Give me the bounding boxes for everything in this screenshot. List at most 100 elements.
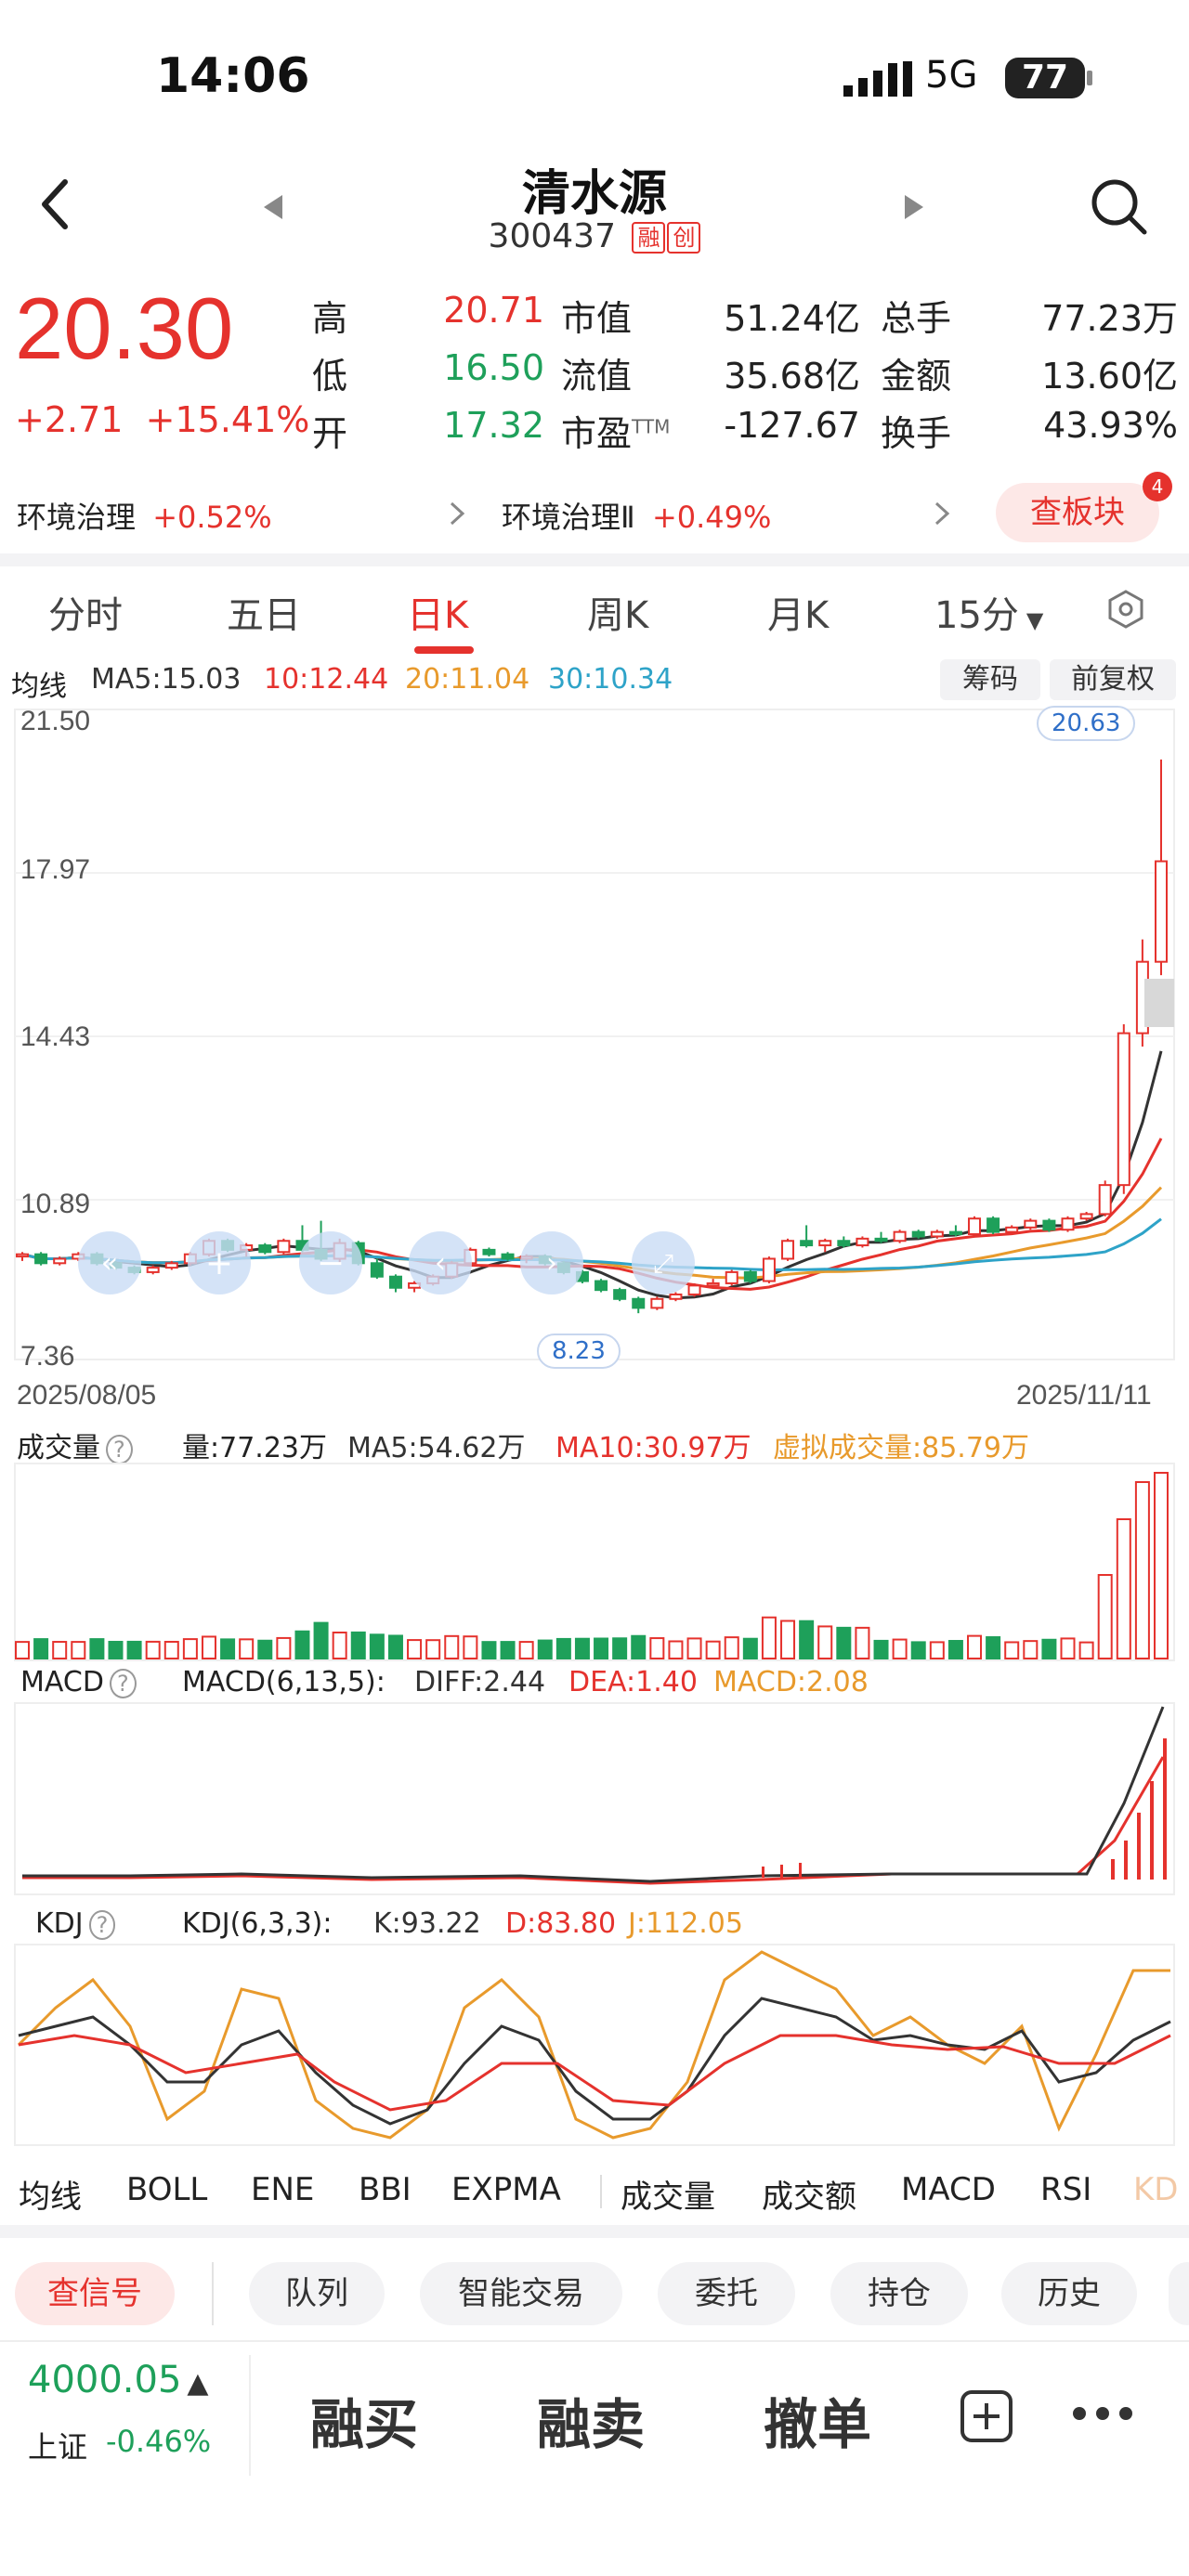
- network-type: 5G: [925, 54, 978, 97]
- view-boards-button[interactable]: 查板块: [996, 483, 1159, 542]
- tab-intraday[interactable]: 分时: [48, 585, 123, 639]
- candle-body: [370, 1262, 384, 1278]
- queue-button[interactable]: 队列: [249, 2262, 385, 2325]
- volume-value-label: 量:77.23万: [182, 1432, 327, 1464]
- history-button[interactable]: 历史: [1001, 2262, 1137, 2325]
- stock-code-row: 300437 融创: [0, 217, 1189, 255]
- volume-bar: [276, 1636, 292, 1660]
- volume-bar: [220, 1638, 236, 1659]
- ind-tab-amount[interactable]: 成交额: [762, 2171, 856, 2217]
- macd-value: MACD:2.08: [713, 1666, 869, 1698]
- status-time: 14:06: [156, 48, 310, 104]
- low-label: 低: [312, 356, 348, 397]
- candle-body: [1098, 1184, 1112, 1216]
- candle-body: [930, 1230, 944, 1238]
- index-change: -0.46%: [106, 2424, 212, 2459]
- volume-bar: [425, 1639, 441, 1660]
- last-price: 20.30: [15, 280, 234, 377]
- candle-body: [725, 1270, 738, 1284]
- candle-body: [968, 1217, 982, 1236]
- candle-body: [501, 1253, 515, 1260]
- tab-daily-k[interactable]: 日K: [407, 585, 468, 639]
- sector-1-chevron-icon[interactable]: [448, 500, 466, 531]
- volume-bar: [350, 1631, 366, 1659]
- candle-body: [1079, 1213, 1093, 1220]
- more-chips-edge[interactable]: [1169, 2262, 1189, 2325]
- ind-tab-boll[interactable]: BOLL: [126, 2171, 207, 2208]
- tab-15min[interactable]: 15分 ▼: [934, 585, 1043, 639]
- volume-bar: [742, 1637, 758, 1659]
- search-icon[interactable]: [1089, 176, 1148, 240]
- volume-bar: [761, 1616, 777, 1660]
- sector-1[interactable]: 环境治理 +0.52%: [17, 494, 272, 537]
- kdj-indicator-label[interactable]: KDJ?: [35, 1907, 116, 1940]
- info-icon: ?: [109, 1669, 137, 1698]
- volume-bar: [1154, 1472, 1169, 1659]
- volume-bar: [71, 1641, 86, 1660]
- more-icon[interactable]: [1070, 2400, 1135, 2431]
- volume-label-text: 成交量: [17, 1432, 100, 1464]
- info-icon: ?: [106, 1435, 133, 1464]
- battery-icon: 77: [1005, 58, 1085, 98]
- volume-bar: [1004, 1641, 1020, 1659]
- candle-body: [948, 1230, 962, 1236]
- kdj-j-line: [17, 1950, 1170, 2140]
- ind-tab-ma[interactable]: 均线: [19, 2171, 82, 2217]
- candle-body: [874, 1237, 888, 1242]
- smart-trade-button[interactable]: 智能交易: [420, 2262, 622, 2325]
- expand-icon: ⤢: [653, 1248, 673, 1279]
- macd-indicator-label[interactable]: MACD?: [20, 1666, 137, 1698]
- kdj-j: J:112.05: [628, 1907, 743, 1940]
- volume-bar: [369, 1633, 385, 1660]
- cancel-order-button[interactable]: 撤单: [764, 2381, 871, 2459]
- ind-tab-kd[interactable]: KD: [1133, 2171, 1178, 2208]
- macd-diff-line: [22, 1706, 1165, 1883]
- sector-2[interactable]: 环境治理Ⅱ +0.49%: [502, 494, 771, 537]
- chart-settings-icon[interactable]: [1105, 589, 1146, 633]
- tab-five-day[interactable]: 五日: [227, 585, 301, 639]
- orders-button[interactable]: 委托: [658, 2262, 795, 2325]
- candle-body: [762, 1257, 776, 1282]
- sector-2-chevron-icon[interactable]: [933, 500, 951, 531]
- ind-tab-expma[interactable]: EXPMA: [451, 2171, 561, 2208]
- volume-bar: [33, 1638, 49, 1660]
- next-stock-icon[interactable]: [903, 193, 925, 225]
- ind-tab-bbi[interactable]: BBI: [359, 2171, 412, 2208]
- ind-tab-macd[interactable]: MACD: [901, 2171, 996, 2208]
- ind-tab-ene[interactable]: ENE: [251, 2171, 314, 2208]
- index-value[interactable]: 4000.05 ▲: [28, 2359, 209, 2401]
- forward-adjust-button[interactable]: 前复权: [1050, 659, 1176, 700]
- volume-ma10: MA10:30.97万: [555, 1432, 751, 1464]
- check-signal-button[interactable]: 查信号: [15, 2262, 175, 2325]
- volume-indicator-label[interactable]: 成交量?: [17, 1425, 133, 1465]
- sector-2-change: +0.49%: [651, 500, 772, 535]
- sector-1-change: +0.52%: [152, 500, 272, 535]
- add-icon[interactable]: [959, 2388, 1014, 2448]
- chip-distribution-button[interactable]: 筹码: [940, 659, 1040, 700]
- index-name: 上证: [28, 2429, 88, 2465]
- tab-weekly-k[interactable]: 周K: [587, 585, 648, 639]
- margin-buy-button[interactable]: 融买: [310, 2381, 418, 2459]
- y-tick-4: 10.89: [20, 1189, 91, 1219]
- volume-bar: [855, 1626, 870, 1660]
- volume-bar: [555, 1637, 571, 1659]
- margin-sell-button[interactable]: 融卖: [537, 2381, 645, 2459]
- candle-body: [911, 1230, 925, 1238]
- high-label: 高: [312, 298, 348, 339]
- kline-chart[interactable]: « + − ‹ › ⤢: [0, 702, 1189, 1374]
- x-start-date: 2025/08/05: [17, 1380, 157, 1411]
- scroll-handle[interactable]: [1144, 979, 1174, 1027]
- ind-tab-rsi[interactable]: RSI: [1040, 2171, 1091, 2208]
- ind-tab-volume[interactable]: 成交量: [621, 2171, 715, 2217]
- candle-body: [1117, 1032, 1130, 1187]
- volume-bar: [594, 1637, 609, 1659]
- y-tick-1: 21.50: [20, 706, 91, 736]
- change-amount: +2.71: [15, 399, 124, 440]
- macd-histogram: [762, 1738, 1167, 1880]
- candle-body: [258, 1244, 272, 1254]
- positions-button[interactable]: 持仓: [830, 2262, 968, 2325]
- tab-monthly-k[interactable]: 月K: [767, 585, 829, 639]
- candle-body: [594, 1280, 608, 1292]
- candle-body: [53, 1257, 67, 1265]
- sector-2-name: 环境治理Ⅱ: [502, 500, 635, 535]
